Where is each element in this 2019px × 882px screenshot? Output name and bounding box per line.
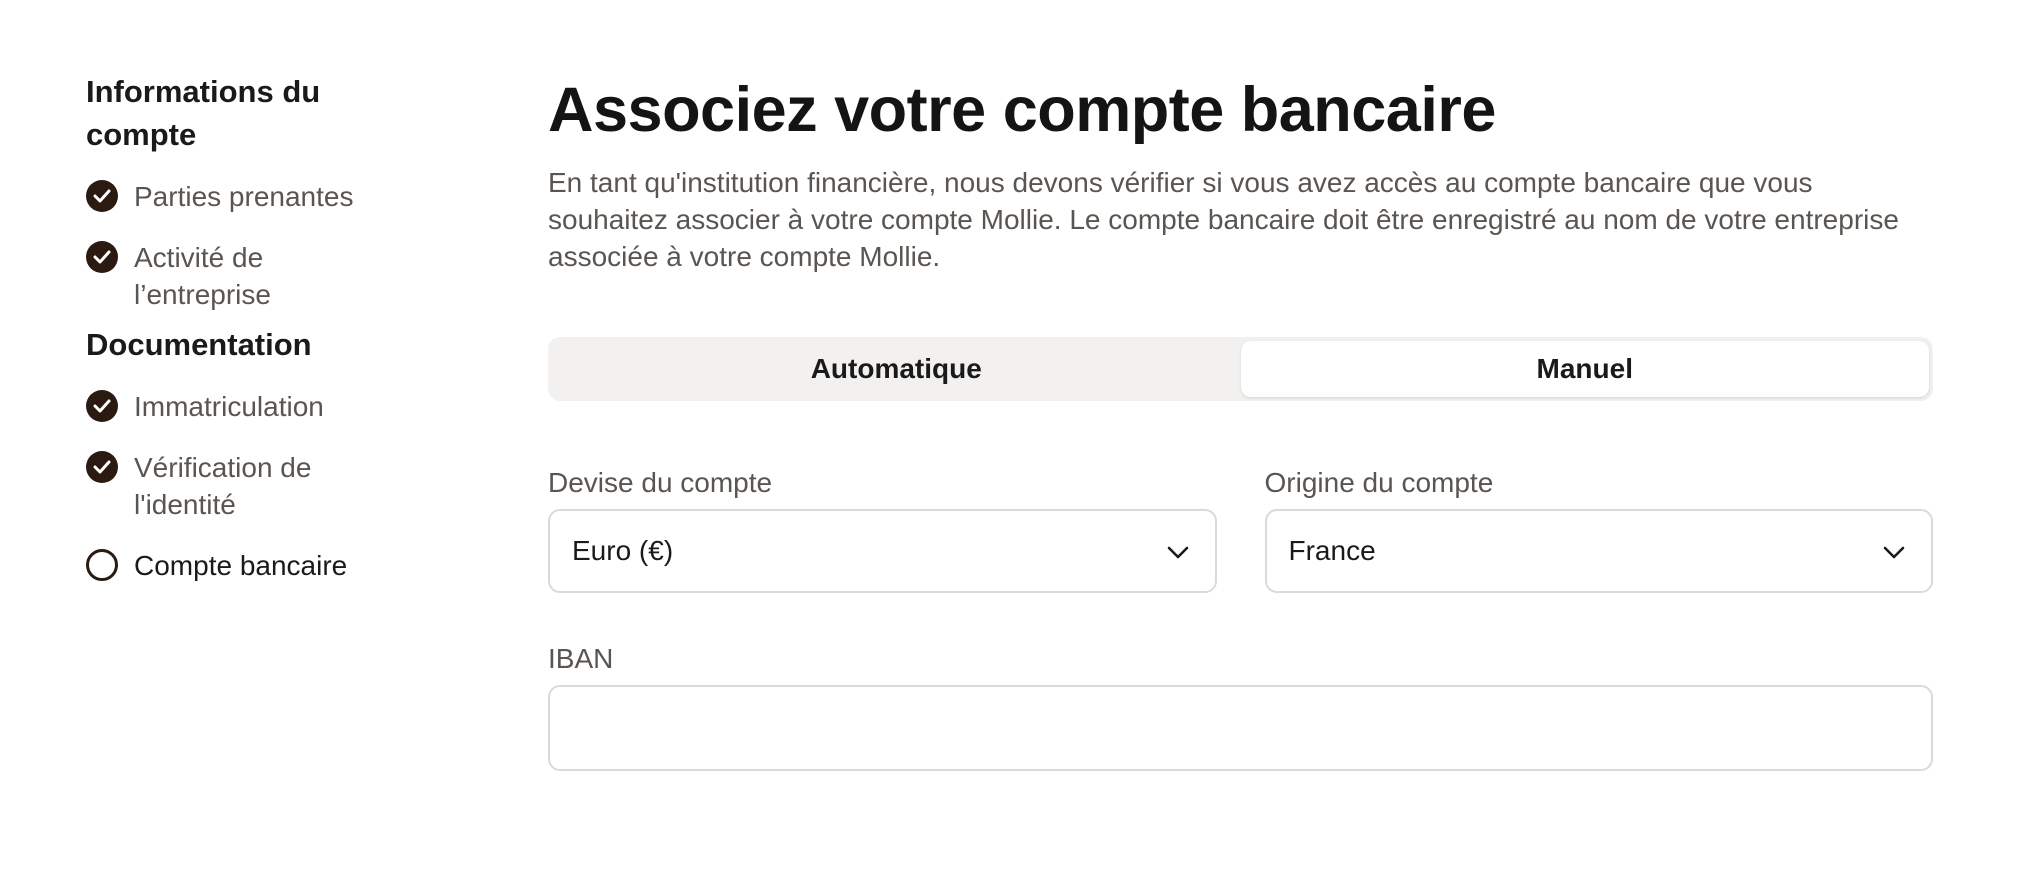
check-circle-icon <box>86 241 118 273</box>
currency-select[interactable]: Euro (€) <box>548 509 1217 593</box>
origin-value: France <box>1288 535 1376 566</box>
check-circle-icon <box>86 390 118 422</box>
iban-field: IBAN <box>548 641 1933 771</box>
check-circle-icon <box>86 180 118 212</box>
check-circle-icon <box>86 451 118 483</box>
section-title-account-info: Informations du compte <box>86 74 321 152</box>
section-title-documentation: Documentation <box>86 327 312 362</box>
origin-label: Origine du compte <box>1264 467 1494 498</box>
iban-label: IBAN <box>548 643 614 674</box>
sidebar-step-label: Activité de l’entreprise <box>134 242 271 310</box>
sidebar-step-identity-verification[interactable]: Vérification de l'identité <box>86 449 466 523</box>
account-fields-row: Devise du compte Euro (€) Origine du com… <box>548 465 1933 593</box>
chevron-down-icon <box>1883 535 1905 567</box>
sidebar-step-business-activity[interactable]: Activité de l’entreprise <box>86 239 466 313</box>
origin-select[interactable]: France <box>1264 509 1933 593</box>
tab-manuel[interactable]: Manuel <box>1240 341 1929 397</box>
tab-automatique[interactable]: Automatique <box>552 341 1241 397</box>
currency-value: Euro (€) <box>572 535 674 566</box>
currency-label: Devise du compte <box>548 467 773 498</box>
page-title: Associez votre compte bancaire <box>548 75 1496 145</box>
currency-field: Devise du compte Euro (€) <box>548 465 1217 593</box>
iban-input[interactable] <box>548 685 1933 771</box>
main-content: Associez votre compte bancaire En tant q… <box>548 70 1933 771</box>
chevron-down-icon <box>1167 535 1189 567</box>
verification-mode-toggle: Automatique Manuel <box>548 337 1933 401</box>
intro-text: En tant qu'institution financière, nous … <box>548 167 1899 272</box>
sidebar-step-label: Immatriculation <box>134 391 324 422</box>
sidebar-step-registration[interactable]: Immatriculation <box>86 388 466 425</box>
sidebar-step-label: Vérification de l'identité <box>134 452 312 520</box>
sidebar-step-label: Compte bancaire <box>134 550 348 581</box>
empty-circle-icon <box>86 549 118 581</box>
sidebar-step-bank-account[interactable]: Compte bancaire <box>86 547 466 584</box>
sidebar-step-label: Parties prenantes <box>134 181 354 212</box>
sidebar-step-stakeholders[interactable]: Parties prenantes <box>86 178 466 215</box>
origin-field: Origine du compte France <box>1264 465 1933 593</box>
onboarding-sidebar: Informations du compte Parties prenantes… <box>86 70 466 584</box>
